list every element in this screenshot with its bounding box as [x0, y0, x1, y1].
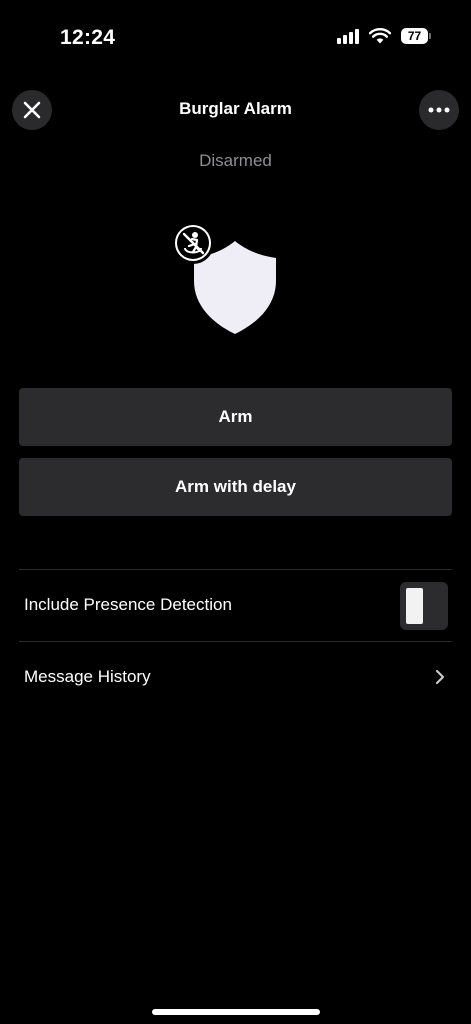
wifi-icon — [369, 28, 391, 44]
alarm-screen: 12:24 77 Burglar Alarm Disarmed Arm Arm … — [0, 0, 471, 1024]
status-bar: 12:24 77 — [0, 0, 471, 76]
presence-detection-toggle[interactable] — [400, 582, 448, 630]
battery-icon: 77 — [401, 28, 431, 44]
battery-level: 77 — [401, 28, 428, 44]
message-history-label: Message History — [24, 667, 151, 686]
presence-badge — [172, 222, 214, 264]
more-options-button[interactable] — [419, 90, 459, 130]
status-time: 12:24 — [60, 26, 116, 49]
alarm-state: Disarmed — [199, 151, 272, 170]
page-title: Burglar Alarm — [179, 99, 292, 118]
signal-icon — [337, 28, 359, 44]
shield-illustration — [172, 222, 282, 340]
arm-button[interactable]: Arm — [19, 388, 452, 446]
presence-detection-row: Include Presence Detection — [19, 570, 452, 640]
more-icon — [428, 107, 450, 113]
message-history-row[interactable]: Message History — [19, 642, 452, 712]
presence-off-icon — [177, 227, 209, 259]
arm-with-delay-button[interactable]: Arm with delay — [19, 458, 452, 516]
toggle-knob — [406, 588, 423, 624]
status-icons: 77 — [337, 28, 431, 44]
home-indicator — [152, 1009, 320, 1015]
presence-detection-label: Include Presence Detection — [24, 595, 232, 614]
chevron-right-icon — [435, 669, 445, 685]
